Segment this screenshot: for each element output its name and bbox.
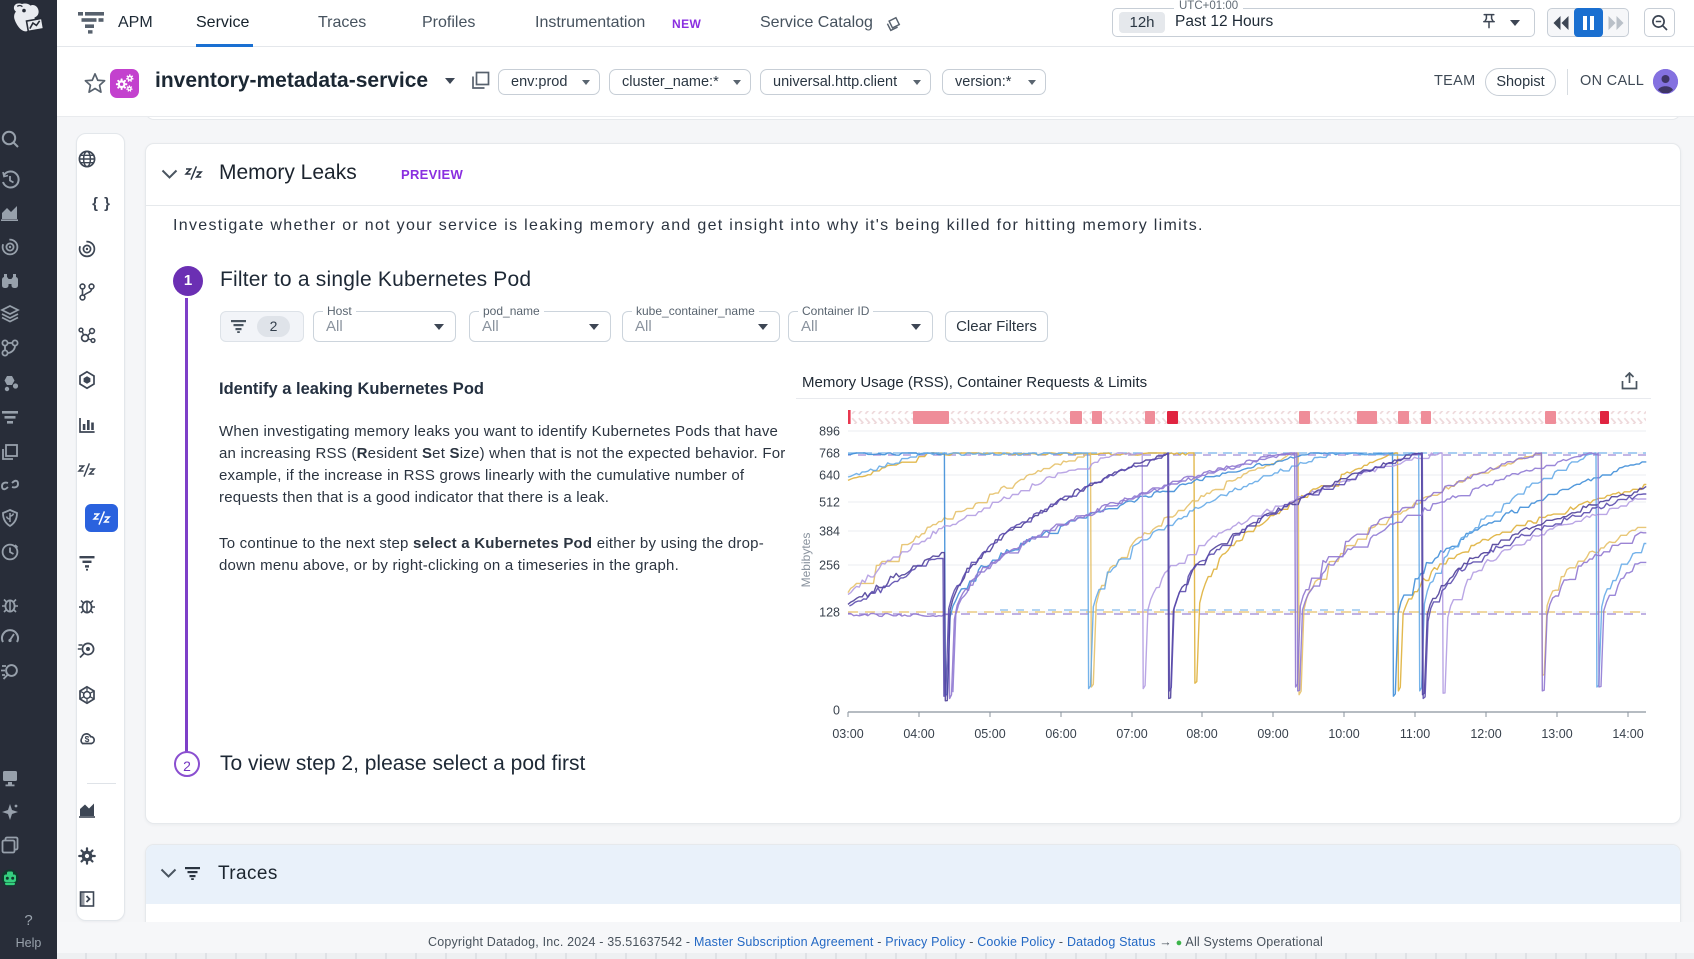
svg-text:$: $ — [85, 734, 90, 744]
svg-text:512: 512 — [819, 496, 840, 510]
svg-text:07:00: 07:00 — [1116, 727, 1147, 740]
svg-text:896: 896 — [819, 425, 840, 439]
svg-text:13:00: 13:00 — [1541, 727, 1572, 740]
svg-text:05:00: 05:00 — [974, 727, 1005, 740]
svg-text:0: 0 — [833, 704, 840, 718]
svg-text:06:00: 06:00 — [1045, 727, 1076, 740]
svg-text:09:00: 09:00 — [1257, 727, 1288, 740]
svg-text:11:00: 11:00 — [1400, 727, 1430, 740]
svg-text:256: 256 — [819, 559, 840, 573]
svg-text:384: 384 — [819, 525, 840, 539]
svg-text:04:00: 04:00 — [903, 727, 934, 740]
svg-text:128: 128 — [819, 606, 840, 620]
svg-text:640: 640 — [819, 469, 840, 483]
svg-text:08:00: 08:00 — [1186, 727, 1217, 740]
svg-text:03:00: 03:00 — [832, 727, 863, 740]
svg-text:768: 768 — [819, 447, 840, 461]
svg-text:Mebibytes: Mebibytes — [799, 533, 813, 588]
svg-text:12:00: 12:00 — [1470, 727, 1501, 740]
svg-text:14:00: 14:00 — [1612, 727, 1643, 740]
svg-text:10:00: 10:00 — [1328, 727, 1359, 740]
